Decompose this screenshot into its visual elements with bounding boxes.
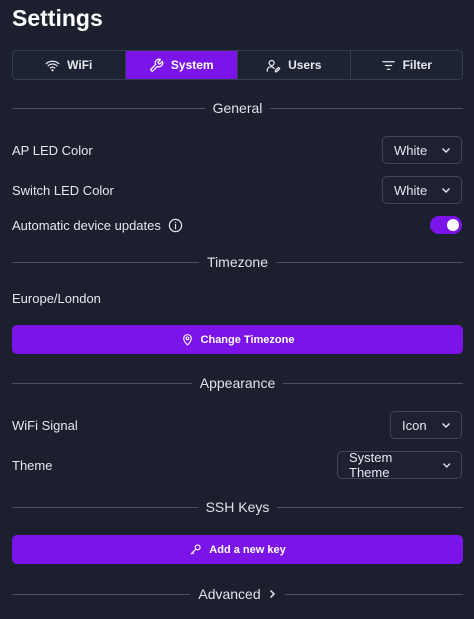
switch-led-color-select[interactable]: White	[382, 176, 462, 204]
chevron-down-icon	[442, 148, 450, 153]
tab-users[interactable]: Users	[238, 51, 351, 79]
divider-line	[12, 107, 205, 109]
divider-line	[270, 107, 463, 109]
chevron-down-icon	[442, 463, 451, 468]
automatic-updates-toggle[interactable]	[430, 216, 462, 234]
wifi-signal-label: WiFi Signal	[12, 418, 78, 433]
theme-select[interactable]: System Theme	[337, 450, 462, 480]
page-title: Settings	[12, 5, 103, 31]
automatic-updates-label: Automatic device updates	[12, 218, 161, 233]
wifi-signal-select[interactable]: Icon	[390, 411, 462, 439]
divider-line	[277, 506, 463, 508]
divider-line	[283, 382, 464, 384]
chevron-right-icon	[269, 589, 275, 599]
add-ssh-key-button[interactable]: Add a new key	[12, 535, 463, 564]
divider-line	[275, 261, 464, 263]
divider-line	[12, 506, 198, 508]
section-advanced-title: Advanced	[198, 586, 261, 602]
divider-line	[12, 261, 200, 263]
divider-line	[12, 382, 192, 384]
section-ssh-keys-divider: SSH Keys	[12, 497, 463, 517]
section-ssh-keys-title: SSH Keys	[205, 499, 270, 515]
ap-led-color-select[interactable]: White	[382, 136, 462, 164]
section-appearance-title: Appearance	[199, 375, 276, 391]
section-general-divider: General	[12, 98, 463, 118]
section-timezone-divider: Timezone	[12, 252, 464, 272]
button-label: Add a new key	[209, 543, 286, 556]
divider-line	[12, 593, 191, 595]
toggle-knob	[447, 219, 459, 231]
section-advanced-toggle[interactable]: Advanced	[198, 586, 276, 602]
settings-tabs: WiFi System Users Filter	[12, 50, 463, 80]
button-label: Change Timezone	[200, 333, 295, 346]
section-timezone-title: Timezone	[207, 254, 268, 270]
chevron-down-icon	[442, 188, 450, 193]
select-value: Icon	[402, 417, 427, 433]
select-value: White	[394, 142, 428, 158]
tab-system[interactable]: System	[125, 51, 238, 79]
filter-icon	[381, 60, 395, 70]
tab-label: Filter	[402, 58, 432, 72]
change-timezone-button[interactable]: Change Timezone	[12, 325, 463, 354]
tab-label: Users	[288, 58, 322, 72]
info-icon[interactable]	[168, 218, 183, 233]
wrench-icon	[150, 58, 164, 72]
section-appearance-divider: Appearance	[12, 373, 464, 393]
ap-led-color-label: AP LED Color	[12, 143, 93, 158]
select-value: System Theme	[349, 450, 393, 480]
tab-wifi[interactable]: WiFi	[13, 51, 126, 79]
users-icon	[266, 59, 281, 72]
automatic-updates-row: Automatic device updates	[12, 218, 183, 233]
current-timezone: Europe/London	[12, 291, 101, 306]
tab-label: System	[170, 58, 214, 72]
select-value: White	[394, 182, 428, 198]
switch-led-color-label: Switch LED Color	[12, 183, 114, 198]
map-pin-icon	[182, 334, 192, 346]
chevron-down-icon	[442, 423, 450, 428]
wifi-icon	[45, 60, 60, 71]
tab-label: WiFi	[67, 58, 93, 72]
divider-line	[284, 593, 463, 595]
tab-filter[interactable]: Filter	[351, 51, 463, 79]
key-icon	[190, 544, 201, 555]
section-general-title: General	[212, 100, 263, 116]
theme-label: Theme	[12, 458, 53, 473]
section-advanced-divider[interactable]: Advanced	[12, 584, 463, 604]
